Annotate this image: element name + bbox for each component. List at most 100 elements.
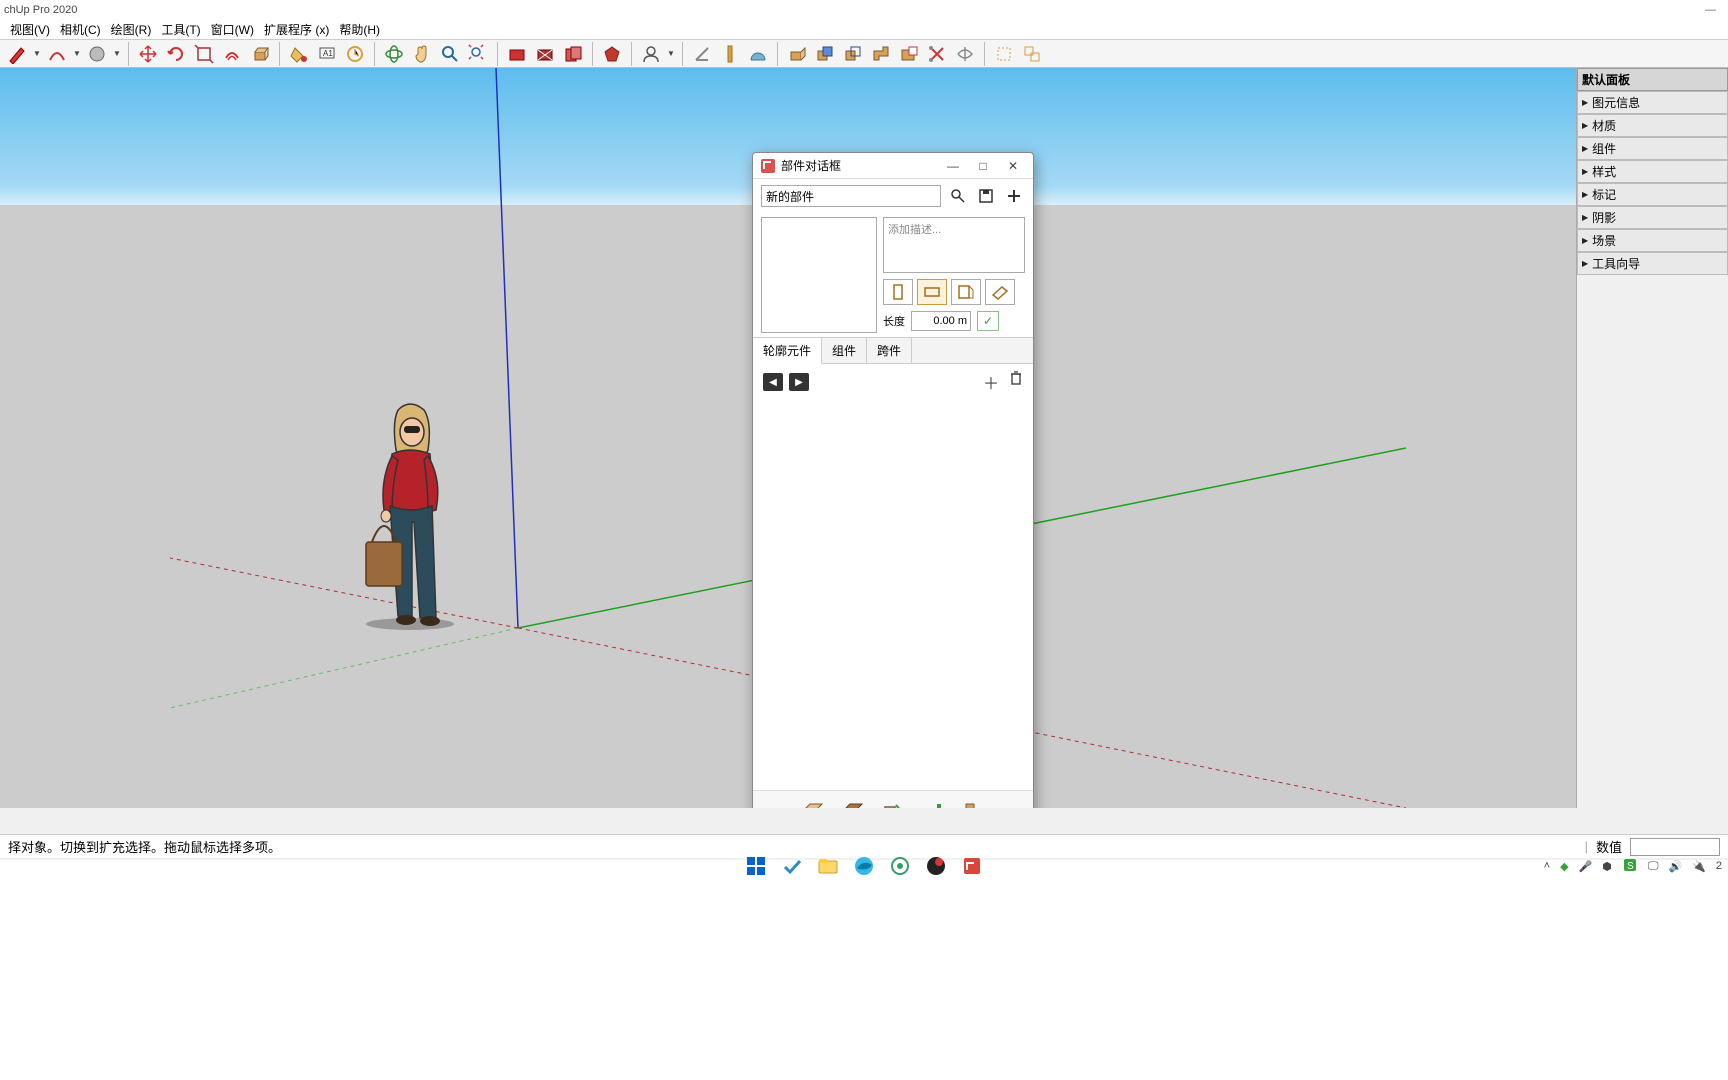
pan-tool[interactable]: [409, 41, 435, 67]
menu-extensions[interactable]: 扩展程序 (x): [264, 21, 329, 38]
zoom-tool[interactable]: [437, 41, 463, 67]
tray-battery-icon[interactable]: 🔌: [1692, 860, 1706, 873]
rotate-tool[interactable]: [163, 41, 189, 67]
tray-item-scenes[interactable]: 场景: [1577, 229, 1728, 252]
menu-window[interactable]: 窗口(W): [211, 21, 254, 38]
text-tool[interactable]: A1: [314, 41, 340, 67]
menu-help[interactable]: 帮助(H): [339, 21, 380, 38]
menu-view[interactable]: 视图(V): [10, 21, 50, 38]
component-name-input[interactable]: [761, 185, 941, 207]
subtract-tool[interactable]: [896, 41, 922, 67]
minimize-button[interactable]: —: [1705, 4, 1716, 16]
tray-icon-1[interactable]: ◆: [1560, 860, 1568, 873]
taskbar-sketchup-icon[interactable]: [957, 851, 987, 881]
lasso-select-tool[interactable]: [1019, 41, 1045, 67]
tray-volume-icon[interactable]: 🔊: [1668, 860, 1682, 873]
tray-item-shadows[interactable]: 阴影: [1577, 206, 1728, 229]
ruby-tool[interactable]: [599, 41, 625, 67]
svg-text:S: S: [1627, 861, 1634, 872]
taskbar-todo-icon[interactable]: [777, 851, 807, 881]
move-tool[interactable]: [135, 41, 161, 67]
axes-tool[interactable]: [689, 41, 715, 67]
followme-tool[interactable]: [784, 41, 810, 67]
pencil-tool[interactable]: [4, 41, 30, 67]
section-fill-tool[interactable]: [560, 41, 586, 67]
component-list-area[interactable]: [753, 400, 1033, 790]
taskbar-edge-icon[interactable]: [849, 851, 879, 881]
user-dropdown[interactable]: ▼: [666, 49, 676, 58]
search-icon[interactable]: [947, 185, 969, 207]
nav-prev-button[interactable]: ◀: [763, 373, 783, 391]
offset-tool[interactable]: [219, 41, 245, 67]
taskbar-app1-icon[interactable]: [885, 851, 915, 881]
footer-tool-2[interactable]: [841, 799, 865, 809]
dialog-maximize-button[interactable]: □: [971, 156, 995, 176]
nav-next-button[interactable]: ▶: [789, 373, 809, 391]
tray-icon-2[interactable]: ⬢: [1602, 860, 1612, 873]
taskbar-app2-icon[interactable]: [921, 851, 951, 881]
glue-option-4[interactable]: [985, 279, 1015, 305]
tab-span[interactable]: 跨件: [867, 338, 912, 363]
delete-item-icon[interactable]: [1009, 370, 1023, 394]
tab-component[interactable]: 组件: [822, 338, 867, 363]
menu-tools[interactable]: 工具(T): [161, 21, 200, 38]
footer-eyedropper-tool[interactable]: [921, 799, 945, 809]
footer-tool-3[interactable]: [881, 799, 905, 809]
tray-icon-3[interactable]: S: [1622, 857, 1638, 876]
footer-tool-1[interactable]: [801, 799, 825, 809]
circle-tool[interactable]: [84, 41, 110, 67]
glue-option-3[interactable]: [951, 279, 981, 305]
tray-chevron-icon[interactable]: ˄: [1544, 860, 1550, 872]
tray-item-styles[interactable]: 样式: [1577, 160, 1728, 183]
dialog-close-button[interactable]: ✕: [1001, 156, 1025, 176]
menu-camera[interactable]: 相机(C): [60, 21, 101, 38]
tray-item-entity-info[interactable]: 图元信息: [1577, 91, 1728, 114]
section-plane-tool[interactable]: [504, 41, 530, 67]
scale-tool[interactable]: [191, 41, 217, 67]
tray-display-icon[interactable]: 🖵: [1648, 860, 1659, 873]
length-confirm-button[interactable]: ✓: [977, 311, 999, 331]
tape-measure-tool[interactable]: [717, 41, 743, 67]
tray-header[interactable]: 默认面板: [1577, 68, 1728, 91]
footer-tool-5[interactable]: [961, 799, 985, 809]
glue-option-2[interactable]: [917, 279, 947, 305]
trim-tool[interactable]: [924, 41, 950, 67]
menu-draw[interactable]: 绘图(R): [111, 21, 152, 38]
add-icon[interactable]: [1003, 185, 1025, 207]
tray-item-instructor[interactable]: 工具向导: [1577, 252, 1728, 275]
dialog-titlebar[interactable]: 部件对话框 — □ ✕: [753, 153, 1033, 179]
component-dialog[interactable]: 部件对话框 — □ ✕ 添加描述...: [752, 152, 1034, 808]
pushpull-tool[interactable]: [247, 41, 273, 67]
taskbar-explorer-icon[interactable]: [813, 851, 843, 881]
pencil-dropdown[interactable]: ▼: [32, 49, 42, 58]
tray-mic-icon[interactable]: 🎤: [1579, 860, 1593, 873]
split-tool[interactable]: [952, 41, 978, 67]
section-display-tool[interactable]: [532, 41, 558, 67]
zoom-extents-tool[interactable]: [465, 41, 491, 67]
length-input[interactable]: [911, 311, 971, 331]
orbit-tool[interactable]: [381, 41, 407, 67]
union-tool[interactable]: [868, 41, 894, 67]
intersect-tool[interactable]: [840, 41, 866, 67]
save-icon[interactable]: [975, 185, 997, 207]
tray-item-materials[interactable]: 材质: [1577, 114, 1728, 137]
outer-shell-tool[interactable]: [812, 41, 838, 67]
box-select-tool[interactable]: [991, 41, 1017, 67]
paint-bucket-tool[interactable]: [286, 41, 312, 67]
arc-tool[interactable]: [44, 41, 70, 67]
component-description-input[interactable]: 添加描述...: [883, 217, 1025, 273]
arc-dropdown[interactable]: ▼: [72, 49, 82, 58]
start-button[interactable]: [741, 851, 771, 881]
viewport-3d[interactable]: 部件对话框 — □ ✕ 添加描述...: [0, 68, 1576, 808]
dialog-minimize-button[interactable]: —: [941, 156, 965, 176]
glue-option-1[interactable]: [883, 279, 913, 305]
user-tool[interactable]: [638, 41, 664, 67]
circle-dropdown[interactable]: ▼: [112, 49, 122, 58]
add-item-icon[interactable]: ＋: [983, 370, 999, 394]
dimension-tool[interactable]: [342, 41, 368, 67]
tray-clock[interactable]: 2: [1716, 860, 1722, 872]
tray-item-components[interactable]: 组件: [1577, 137, 1728, 160]
tray-item-tags[interactable]: 标记: [1577, 183, 1728, 206]
protractor-tool[interactable]: [745, 41, 771, 67]
tab-profile[interactable]: 轮廓元件: [753, 338, 822, 364]
